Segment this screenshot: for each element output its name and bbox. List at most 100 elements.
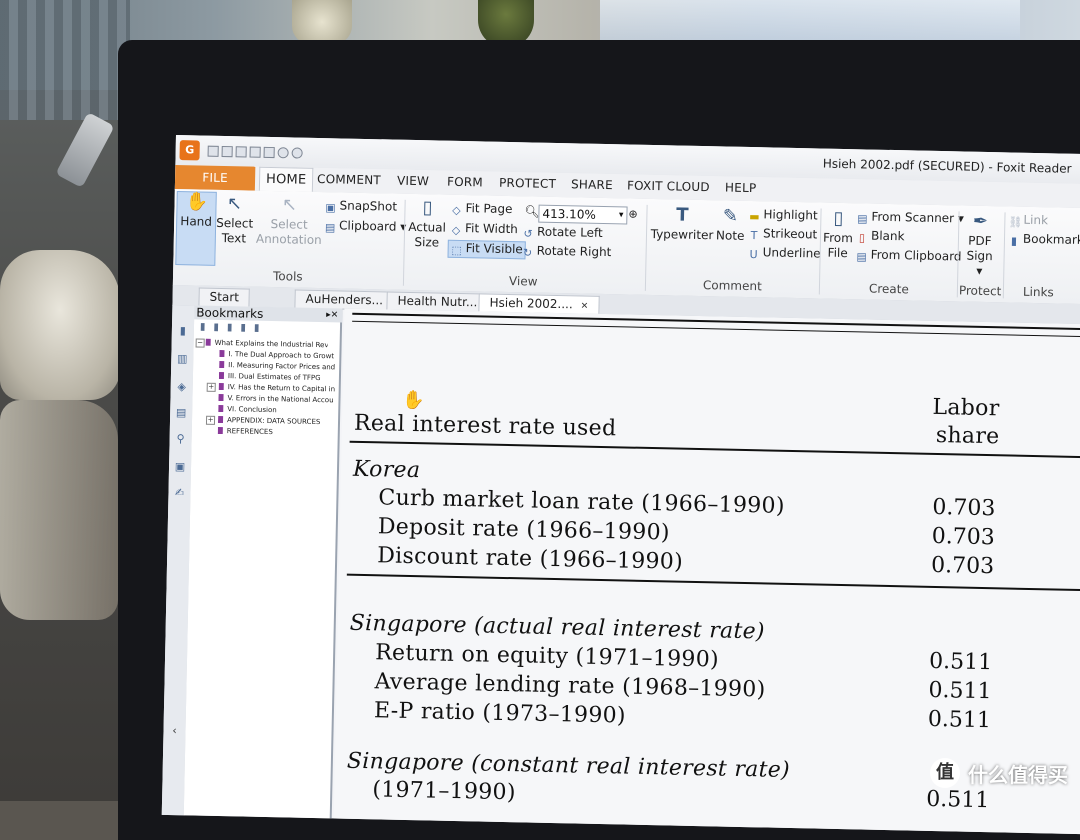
from-scanner-button[interactable]: ▤ From Scanner ▾ <box>856 209 964 227</box>
tab-foxit-cloud[interactable]: FOXIT CLOUD <box>627 178 710 194</box>
snapshot-button[interactable]: ▣ SnapShot <box>324 198 397 216</box>
from-file-button[interactable]: ▯ From File <box>822 208 855 262</box>
window-title: Hsieh 2002.pdf (SECURED) - Foxit Reader <box>822 156 1072 176</box>
email-icon[interactable] <box>249 146 261 158</box>
tab-protect[interactable]: PROTECT <box>499 176 556 191</box>
save-icon[interactable] <box>221 145 233 158</box>
note-label: Note <box>715 228 745 243</box>
pdf-sign-button[interactable]: ✒ PDF Sign ▾ <box>961 211 998 279</box>
select-text-button[interactable]: ↖ Select Text <box>216 193 254 247</box>
rotate-left-button[interactable]: ↺ Rotate Left <box>522 224 603 242</box>
typewriter-button[interactable]: T Typewriter <box>650 204 715 243</box>
hand-button[interactable]: ✋ Hand <box>175 191 217 266</box>
link-button[interactable]: ⛓Link <box>1008 212 1048 229</box>
bookmark-flag-icon <box>217 426 223 435</box>
table-row-label: E-P ratio (1973–1990) <box>373 698 627 729</box>
zoom-input[interactable]: 413.10% ▾ <box>538 204 628 225</box>
table-row-label: Deposit rate (1966–1990) <box>377 514 671 546</box>
bookmark-item[interactable]: II. Measuring Factor Prices and <box>219 360 341 373</box>
open-icon[interactable] <box>207 145 219 157</box>
hand-tool-icon[interactable] <box>263 146 275 159</box>
bookmark-item[interactable]: IV. Has the Return to Capital in <box>218 382 341 395</box>
undo-icon[interactable] <box>277 147 289 159</box>
link-icon: ⛓ <box>1008 215 1023 229</box>
actual-size-label-1: Actual <box>408 219 447 235</box>
clipboard-icon: ▤ <box>324 221 336 235</box>
underline-button[interactable]: U Underline <box>747 245 820 263</box>
panel-options-icon[interactable]: ▸✕ <box>326 308 338 322</box>
create-group-label: Create <box>868 281 909 297</box>
clipboard-icon: ▤ <box>856 250 867 264</box>
pages-panel-icon[interactable]: ▥ <box>176 352 188 365</box>
snapshot-label: SnapShot <box>339 198 398 214</box>
bookmark-item-label: What Explains the Industrial Revolu <box>214 338 328 350</box>
security-lock-icon[interactable]: ▣ <box>174 460 186 473</box>
note-button[interactable]: ✎ Note <box>715 205 745 244</box>
table-row-value: 0.703 <box>930 552 995 580</box>
fit-width-icon: ◇ <box>451 223 461 237</box>
expand-toggle-icon[interactable]: + <box>206 382 216 392</box>
bookmark-item[interactable]: REFERENCES <box>217 426 340 439</box>
doc-tab-auhenders[interactable]: AuHenders... <box>294 289 395 310</box>
doc-tab-health-nutr[interactable]: Health Nutr... <box>386 291 489 312</box>
underline-label: Underline <box>762 245 821 261</box>
rotate-right-button[interactable]: ↻ Rotate Right <box>521 243 612 261</box>
layers-panel-icon[interactable]: ◈ <box>176 380 188 393</box>
zoom-dropdown-icon[interactable]: ▾ <box>619 207 624 223</box>
bookmark-toolbar-icons[interactable]: ▮▮▮▮▮ <box>200 322 268 337</box>
rotate-left-label: Rotate Left <box>536 224 603 240</box>
doc-tab-start[interactable]: Start <box>198 287 251 307</box>
typewriter-icon: T <box>676 204 689 226</box>
bookmark-item[interactable]: VI. Conclusion <box>218 404 340 417</box>
strikeout-button[interactable]: T Strikeout <box>748 226 818 243</box>
expand-toggle-icon[interactable]: + <box>205 415 216 425</box>
bookmarks-panel-icon[interactable]: ▮ <box>177 324 189 337</box>
fit-visible-button[interactable]: ⬚ Fit Visible <box>447 239 526 260</box>
bookmark-item[interactable]: I. The Dual Approach to Growt <box>219 349 341 362</box>
tab-share[interactable]: SHARE <box>571 177 613 192</box>
from-clipboard-button[interactable]: ▤ From Clipboard <box>855 247 961 265</box>
from-file-label-1: From <box>822 230 853 246</box>
actual-size-button[interactable]: ▯ Actual Size <box>408 197 447 251</box>
select-annotation-button[interactable]: ↖ Select Annotation <box>256 194 323 248</box>
tab-form[interactable]: FORM <box>447 175 483 190</box>
from-clipboard-label: From Clipboard <box>870 247 962 264</box>
bookmark-button[interactable]: ▮ Bookmark <box>1008 231 1080 249</box>
comments-panel-icon[interactable]: ▤ <box>175 406 187 419</box>
fit-width-button[interactable]: ◇ Fit Width <box>450 221 518 238</box>
zoom-in-icon[interactable]: ⊕ <box>628 206 638 221</box>
collapse-panel-icon[interactable]: ‹ <box>168 724 180 737</box>
blank-button[interactable]: ▯ Blank <box>856 228 905 245</box>
tab-help[interactable]: HELP <box>725 181 757 196</box>
tab-comment[interactable]: COMMENT <box>317 172 381 187</box>
tab-view[interactable]: VIEW <box>397 174 429 189</box>
strikeout-label: Strikeout <box>762 226 818 242</box>
select-annotation-icon: ↖ <box>281 194 298 216</box>
attachments-panel-icon[interactable]: ⚲ <box>175 432 187 445</box>
hand-label: Hand <box>180 214 213 229</box>
bookmark-item[interactable]: V. Errors in the National Accou <box>218 393 340 406</box>
watermark-text: 什么值得买 <box>968 762 1068 787</box>
scanner-icon: ▤ <box>857 212 868 226</box>
foxit-app-icon[interactable]: G <box>179 140 200 161</box>
highlight-button[interactable]: ▬ Highlight <box>748 207 818 224</box>
select-text-label-1: Select <box>216 215 254 231</box>
fit-page-button[interactable]: ◇ Fit Page <box>450 201 512 218</box>
clipboard-button[interactable]: ▤ Clipboard ▾ <box>324 218 407 236</box>
bookmark-flag-icon <box>219 349 225 358</box>
select-text-icon: ↖ <box>226 193 243 215</box>
document-page[interactable]: Real interest rate used Labor share ✋ Ko… <box>333 308 1080 835</box>
fit-width-label: Fit Width <box>464 221 518 237</box>
signatures-panel-icon[interactable]: ✍ <box>173 486 185 499</box>
print-icon[interactable] <box>235 146 247 158</box>
collapse-toggle-icon[interactable]: − <box>195 338 205 348</box>
close-tab-icon[interactable]: ✕ <box>581 302 589 312</box>
bookmark-item[interactable]: III. Dual Estimates of TFPG <box>218 371 341 384</box>
bookmark-flag-icon <box>218 393 224 402</box>
bookmark-label: Bookmark <box>1022 231 1080 248</box>
tab-home[interactable]: HOME <box>258 166 314 192</box>
redo-icon[interactable] <box>291 147 303 159</box>
tab-file[interactable]: FILE <box>174 164 256 191</box>
bookmark-item[interactable]: What Explains the Industrial Revolu <box>205 338 328 351</box>
bookmark-item[interactable]: APPENDIX: DATA SOURCES <box>217 415 340 428</box>
